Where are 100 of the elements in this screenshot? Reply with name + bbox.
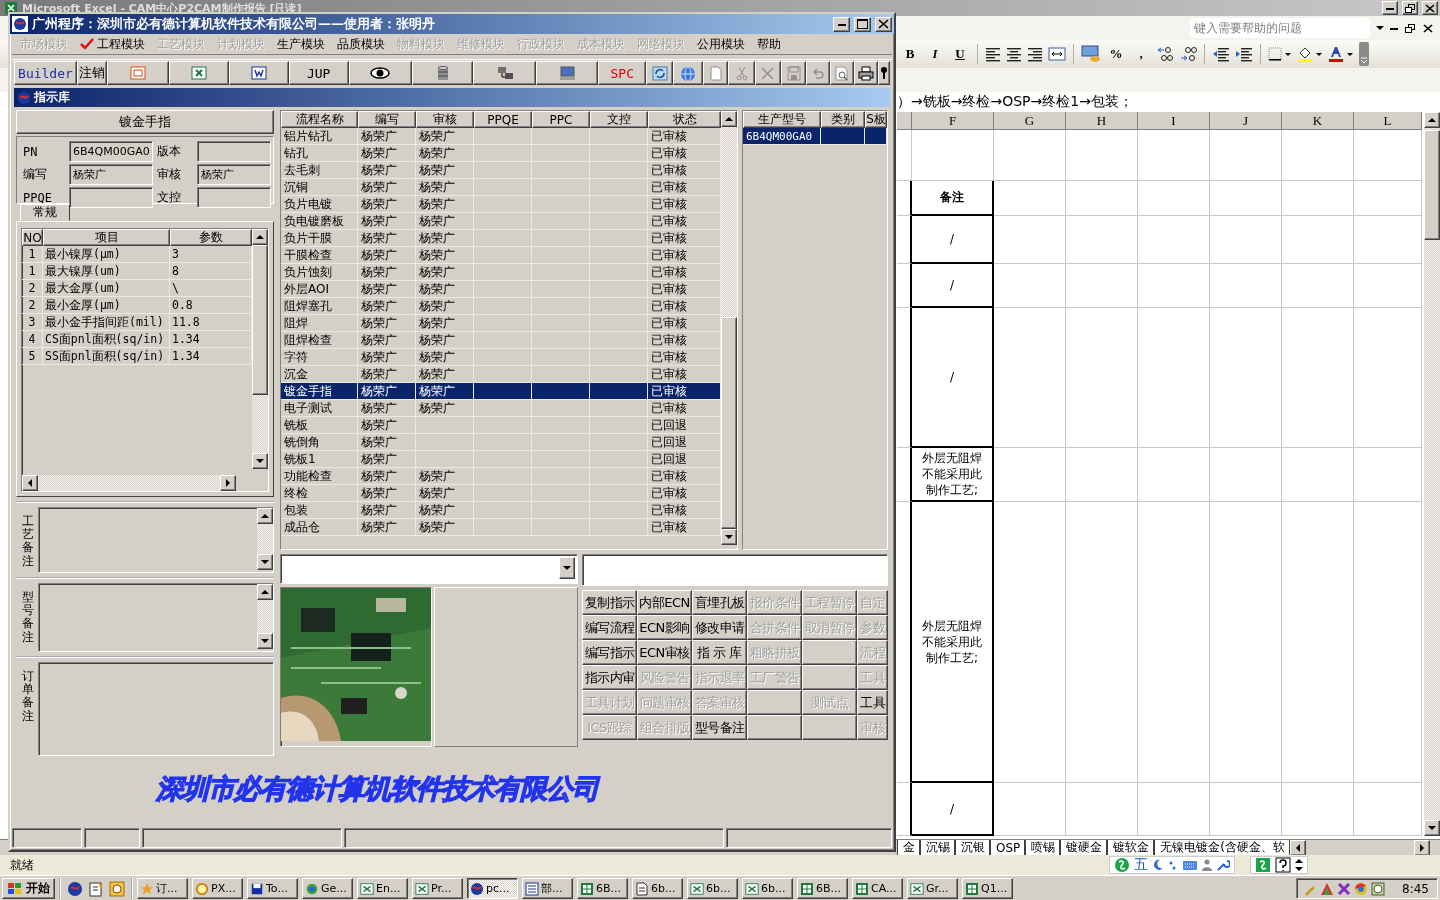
taskbar-button[interactable]: 6b... <box>742 878 793 899</box>
column-header[interactable]: J <box>1210 112 1282 130</box>
taskbar-button[interactable]: 订... <box>137 878 188 899</box>
vertical-scrollbar[interactable] <box>1424 112 1440 836</box>
notes-field[interactable] <box>38 662 274 756</box>
column-header[interactable]: 参数 <box>170 229 252 246</box>
slide-button[interactable] <box>106 61 169 85</box>
button[interactable]: 修改申请 <box>692 615 747 640</box>
app-logo-icon[interactable] <box>67 880 83 897</box>
notepad-icon[interactable] <box>88 880 104 897</box>
taskbar-button[interactable]: Q1... <box>962 878 1013 899</box>
vertical-scrollbar[interactable] <box>721 111 737 545</box>
text-field[interactable]: 杨荣广 <box>69 164 153 185</box>
taskbar-button[interactable]: pc... <box>467 878 518 899</box>
toolbar-button[interactable]: Builder <box>14 61 77 85</box>
page-button[interactable] <box>703 61 729 85</box>
column-header[interactable]: F <box>912 112 994 130</box>
sheet-tab[interactable]: 喷锡 <box>1025 840 1061 855</box>
scroll-down-button[interactable] <box>1424 820 1440 836</box>
scroll-right-button[interactable] <box>1414 839 1430 856</box>
blank-button[interactable] <box>747 715 802 740</box>
scroll-left-button[interactable] <box>1290 839 1306 856</box>
menu-item[interactable]: 工程模块 <box>74 35 151 53</box>
bold-button[interactable]: B <box>900 43 920 65</box>
button[interactable]: ECN影响 <box>637 615 692 640</box>
clock-icon[interactable] <box>109 880 125 897</box>
menu-item[interactable]: 品质模块 <box>331 35 391 53</box>
column-header[interactable]: H <box>1066 112 1138 130</box>
scroll-thumb[interactable] <box>1424 130 1440 240</box>
sheet-tab[interactable]: 沉锡 <box>920 840 955 855</box>
column-header[interactable]: PPQE <box>474 111 532 128</box>
text-field[interactable] <box>197 187 271 208</box>
sheet-tab[interactable]: 镀软金 <box>1107 840 1155 855</box>
column-header[interactable]: L <box>1354 112 1422 130</box>
taskbar-button[interactable]: Gr... <box>907 878 958 899</box>
start-button[interactable]: 开始 <box>2 878 55 899</box>
print-preview-button[interactable] <box>830 61 854 85</box>
button[interactable]: 盲埋孔板 <box>692 590 747 615</box>
column-header[interactable]: S板 <box>865 111 887 128</box>
close-button[interactable] <box>875 16 892 32</box>
taskbar-button[interactable]: PX... <box>192 878 243 899</box>
button[interactable]: 型号备注 <box>692 715 747 740</box>
network-button[interactable] <box>473 61 537 85</box>
text-field[interactable]: 6B4QM00GA0 <box>69 141 153 162</box>
scroll-down-button[interactable] <box>721 529 737 545</box>
scroll-down-button[interactable] <box>257 554 273 570</box>
taskbar-button[interactable]: En... <box>357 878 408 899</box>
italic-button[interactable]: I <box>925 43 945 65</box>
eye-button[interactable] <box>348 61 412 85</box>
taskbar-button[interactable]: Pr... <box>412 878 463 899</box>
column-header[interactable]: PPC <box>532 111 590 128</box>
blank-button[interactable] <box>802 665 857 690</box>
horizontal-scrollbar[interactable] <box>22 475 236 491</box>
text-field[interactable] <box>582 554 888 586</box>
vertical-scrollbar[interactable] <box>257 584 273 649</box>
minimize-button[interactable] <box>833 16 850 32</box>
button[interactable]: 编写流程 <box>582 615 637 640</box>
underline-button[interactable]: U <box>950 43 970 65</box>
scroll-up-button[interactable] <box>721 111 737 127</box>
button[interactable]: ECN审核 <box>637 640 692 665</box>
sheet-tab[interactable]: 金 <box>897 840 920 855</box>
button[interactable]: 工具 <box>857 690 888 715</box>
help-question-field[interactable]: 键入需要帮助的问题 <box>1190 18 1370 38</box>
taskbar-button[interactable]: CA... <box>852 878 903 899</box>
blank-button[interactable] <box>802 715 857 740</box>
blank-button[interactable] <box>747 690 802 715</box>
undo-button[interactable] <box>806 61 831 85</box>
horizontal-scrollbar[interactable] <box>1290 839 1430 856</box>
ime-switch-toolbar[interactable] <box>1250 856 1308 874</box>
restore-button[interactable] <box>1402 1 1418 15</box>
document-button[interactable] <box>228 61 289 85</box>
scroll-up-button[interactable] <box>257 508 273 524</box>
taskbar-button[interactable]: 6b... <box>687 878 738 899</box>
scroll-thumb[interactable] <box>252 245 268 395</box>
notes-field[interactable] <box>38 583 274 652</box>
button[interactable]: 内部ECN <box>637 590 692 615</box>
column-header[interactable] <box>897 112 912 130</box>
taskbar-button[interactable]: To... <box>247 878 298 899</box>
scroll-down-button[interactable] <box>252 453 268 469</box>
text-field[interactable] <box>69 187 153 208</box>
blank-button[interactable] <box>802 640 857 665</box>
sheet-tab[interactable]: 沉银 <box>955 840 990 855</box>
scroll-right-button[interactable] <box>220 475 236 491</box>
menu-item[interactable]: 帮助 <box>751 35 787 53</box>
dropdown-button[interactable] <box>559 557 575 579</box>
sheet-tab[interactable]: 镀硬金 <box>1060 840 1108 855</box>
toolbar-button[interactable]: JUP <box>288 61 349 85</box>
sheet-tab[interactable]: OSP <box>990 840 1026 855</box>
column-header[interactable]: 类别 <box>821 111 865 128</box>
taskbar-button[interactable]: 部... <box>522 878 573 899</box>
vertical-scrollbar[interactable] <box>252 229 268 469</box>
taskbar-button[interactable]: 6B... <box>797 878 848 899</box>
column-header[interactable]: 生产型号 <box>743 111 821 128</box>
column-header[interactable]: 状态 <box>648 111 721 128</box>
taskbar-button[interactable]: 6b... <box>632 878 683 899</box>
scroll-up-button[interactable] <box>252 229 268 245</box>
vertical-scrollbar[interactable] <box>257 508 273 570</box>
column-header[interactable]: 文控 <box>590 111 648 128</box>
scroll-up-button[interactable] <box>257 584 273 600</box>
text-field[interactable] <box>197 141 271 162</box>
